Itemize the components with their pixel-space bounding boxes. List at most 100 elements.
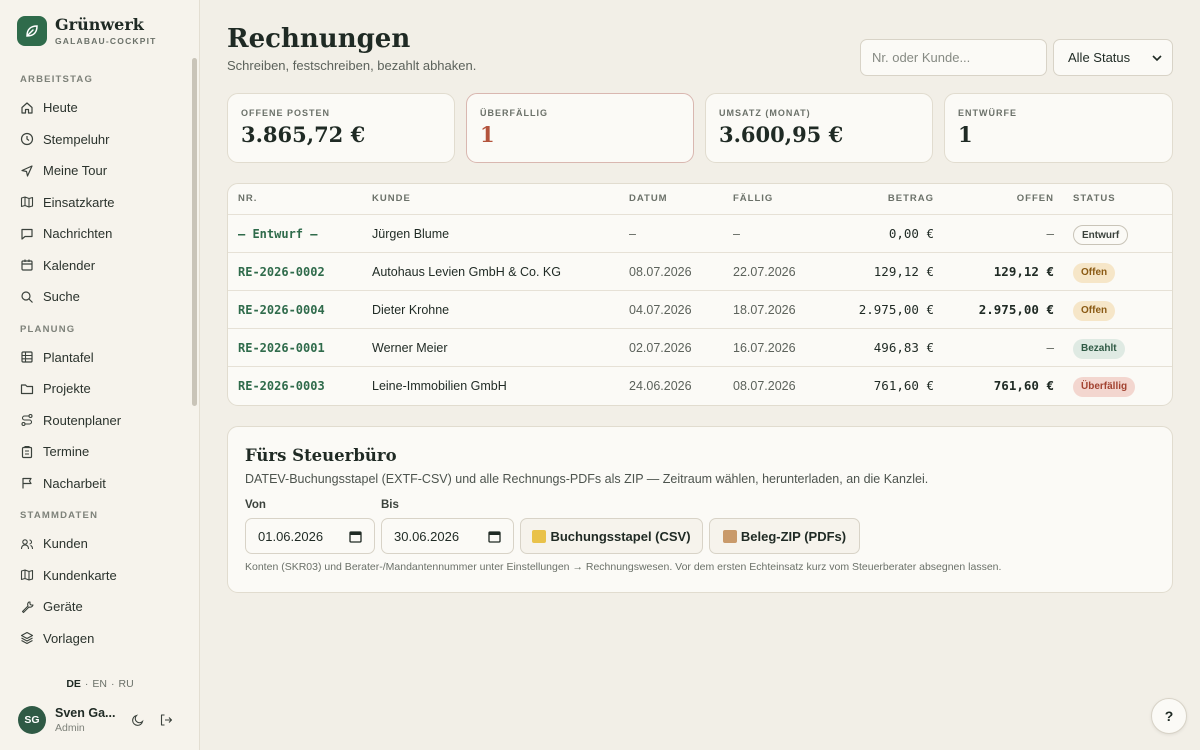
status-badge: Überfällig bbox=[1073, 376, 1136, 397]
sidebar-item-label: Stempeluhr bbox=[43, 131, 110, 147]
sidebar-item-kunden[interactable]: Kunden bbox=[0, 528, 192, 560]
tax-panel-note: Konten (SKR03) und Berater-/Mandantennum… bbox=[245, 561, 1002, 573]
help-button[interactable]: ? bbox=[1151, 698, 1187, 734]
export-zip-label: Beleg-ZIP (PDFs) bbox=[740, 528, 847, 544]
chevron-down-icon bbox=[1152, 55, 1162, 62]
sidebar-item-kalender[interactable]: Kalender bbox=[0, 250, 192, 282]
stat-label: UMSATZ (MONAT) bbox=[719, 108, 811, 118]
sidebar-item-vorlagen[interactable]: Vorlagen bbox=[0, 623, 192, 655]
stat-label: ÜBERFÄLLIG bbox=[480, 108, 548, 118]
sidebar-item-nachrichten[interactable]: Nachrichten bbox=[0, 218, 192, 250]
sidebar-scrollbar[interactable] bbox=[192, 58, 197, 406]
sidebar-item-label: Einsatzkarte bbox=[43, 194, 115, 210]
sidebar-item-plantafel[interactable]: Plantafel bbox=[0, 342, 192, 374]
sidebar-item-label: Termine bbox=[43, 444, 90, 460]
page-title: Rechnungen bbox=[227, 24, 411, 54]
from-date-input[interactable]: 01.06.2026 bbox=[245, 518, 375, 554]
sidebar-item-label: Nachrichten bbox=[43, 226, 113, 242]
sidebar-item-label: Vorlagen bbox=[43, 630, 95, 646]
users-icon bbox=[20, 538, 34, 549]
amount: 129,12 € bbox=[873, 264, 934, 279]
table-row[interactable]: — Entwurf — Jürgen Blume – – 0,00 € – En… bbox=[228, 214, 1172, 253]
stat-card-ueberfaellig[interactable]: ÜBERFÄLLIG 1 bbox=[466, 93, 694, 163]
sidebar-item-label: Kalender bbox=[43, 257, 96, 273]
sidebar-item-einsatzkarte[interactable]: Einsatzkarte bbox=[0, 187, 192, 219]
brand-subtitle: GALABAU-COCKPIT bbox=[55, 35, 157, 46]
customer-name: Werner Meier bbox=[372, 341, 448, 355]
route-icon bbox=[21, 414, 33, 427]
table-row[interactable]: RE-2026-0004 Dieter Krohne 04.07.2026 18… bbox=[228, 290, 1172, 329]
table-row[interactable]: RE-2026-0002 Autohaus Levien GmbH & Co. … bbox=[228, 252, 1172, 291]
status-filter-value: Alle Status bbox=[1068, 50, 1131, 65]
sidebar-item-label: Projekte bbox=[43, 381, 91, 397]
export-csv-label: Buchungsstapel (CSV) bbox=[550, 528, 691, 544]
table-row[interactable]: RE-2026-0003 Leine-Immobilien GmbH 24.06… bbox=[228, 366, 1172, 405]
search-icon bbox=[21, 291, 33, 303]
sidebar-item-projekte[interactable]: Projekte bbox=[0, 373, 192, 405]
stat-value: 1 bbox=[958, 122, 973, 147]
column-header-offen: OFFEN bbox=[1016, 193, 1054, 204]
sidebar-item-heute[interactable]: Heute bbox=[0, 92, 192, 124]
table-row[interactable]: RE-2026-0001 Werner Meier 02.07.2026 16.… bbox=[228, 328, 1172, 367]
language-ru[interactable]: RU bbox=[119, 678, 134, 690]
invoice-number[interactable]: RE-2026-0002 bbox=[238, 253, 325, 291]
to-label: Bis bbox=[381, 499, 399, 511]
customer-name: Dieter Krohne bbox=[372, 303, 450, 317]
sidebar-item-suche[interactable]: Suche bbox=[0, 281, 192, 313]
sidebar-item-label: Geräte bbox=[43, 599, 83, 615]
export-csv-button[interactable]: Buchungsstapel (CSV) bbox=[520, 518, 703, 554]
map-icon bbox=[20, 569, 34, 581]
stat-value: 3.865,72 € bbox=[241, 122, 366, 147]
sidebar-item-label: Kundenkarte bbox=[43, 567, 117, 583]
map-icon bbox=[20, 196, 34, 208]
invoice-number[interactable]: — Entwurf — bbox=[238, 215, 317, 253]
section-title-arbeitstag: ARBEITSTAG bbox=[20, 74, 94, 85]
sidebar-item-routenplaner[interactable]: Routenplaner bbox=[0, 405, 192, 437]
sidebar-item-termine[interactable]: Termine bbox=[0, 436, 192, 468]
box-icon bbox=[722, 529, 737, 543]
due-date: – bbox=[733, 227, 740, 241]
column-header-faellig: FÄLLIG bbox=[733, 193, 774, 204]
calendar-icon[interactable] bbox=[488, 530, 501, 543]
open-amount: 761,60 € bbox=[993, 378, 1054, 393]
column-header-kunde: KUNDE bbox=[372, 193, 411, 204]
amount: 761,60 € bbox=[873, 378, 934, 393]
sidebar-item-meine-tour[interactable]: Meine Tour bbox=[0, 155, 192, 187]
invoice-date: 02.07.2026 bbox=[629, 341, 692, 355]
due-date: 22.07.2026 bbox=[733, 265, 796, 279]
section-title-planung: PLANUNG bbox=[20, 323, 76, 335]
flag-icon bbox=[22, 478, 32, 489]
tax-panel-description: DATEV-Buchungsstapel (EXTF-CSV) und alle… bbox=[245, 472, 929, 486]
amount: 0,00 € bbox=[888, 226, 934, 241]
from-label: Von bbox=[245, 499, 266, 511]
invoice-number[interactable]: RE-2026-0004 bbox=[238, 291, 325, 329]
clipboard-icon bbox=[21, 445, 33, 458]
moon-icon[interactable] bbox=[131, 713, 145, 727]
grid-icon bbox=[21, 351, 33, 363]
sidebar-item-nacharbeit[interactable]: Nacharbeit bbox=[0, 468, 192, 500]
wrench-icon bbox=[21, 601, 34, 613]
sidebar-item-stempeluhr[interactable]: Stempeluhr bbox=[0, 124, 192, 156]
language-de[interactable]: DE bbox=[66, 678, 81, 690]
avatar[interactable]: SG bbox=[18, 706, 46, 734]
to-date-input[interactable]: 30.06.2026 bbox=[381, 518, 514, 554]
stat-card-offene-posten: OFFENE POSTEN 3.865,72 € bbox=[227, 93, 455, 163]
export-zip-button[interactable]: Beleg-ZIP (PDFs) bbox=[709, 518, 860, 554]
amount: 2.975,00 € bbox=[858, 302, 934, 317]
language-en[interactable]: EN bbox=[92, 678, 107, 690]
search-input[interactable] bbox=[860, 39, 1047, 76]
invoice-number[interactable]: RE-2026-0001 bbox=[238, 329, 325, 367]
logout-icon[interactable] bbox=[159, 713, 173, 727]
home-icon bbox=[21, 102, 33, 114]
tax-panel-title: Fürs Steuerbüro bbox=[245, 446, 397, 465]
sidebar-item-label: Heute bbox=[43, 100, 78, 116]
sidebar-item-label: Nacharbeit bbox=[43, 475, 106, 491]
brand[interactable]: Grünwerk GALABAU-COCKPIT bbox=[17, 16, 157, 46]
amount: 496,83 € bbox=[873, 340, 934, 355]
sidebar-item-kundenkarte[interactable]: Kundenkarte bbox=[0, 560, 192, 592]
calendar-icon[interactable] bbox=[349, 530, 362, 543]
sidebar-item-label: Plantafel bbox=[43, 349, 94, 365]
invoice-number[interactable]: RE-2026-0003 bbox=[238, 367, 325, 405]
sidebar-item-geraete[interactable]: Geräte bbox=[0, 591, 192, 623]
status-filter-select[interactable]: Alle Status bbox=[1053, 39, 1173, 76]
